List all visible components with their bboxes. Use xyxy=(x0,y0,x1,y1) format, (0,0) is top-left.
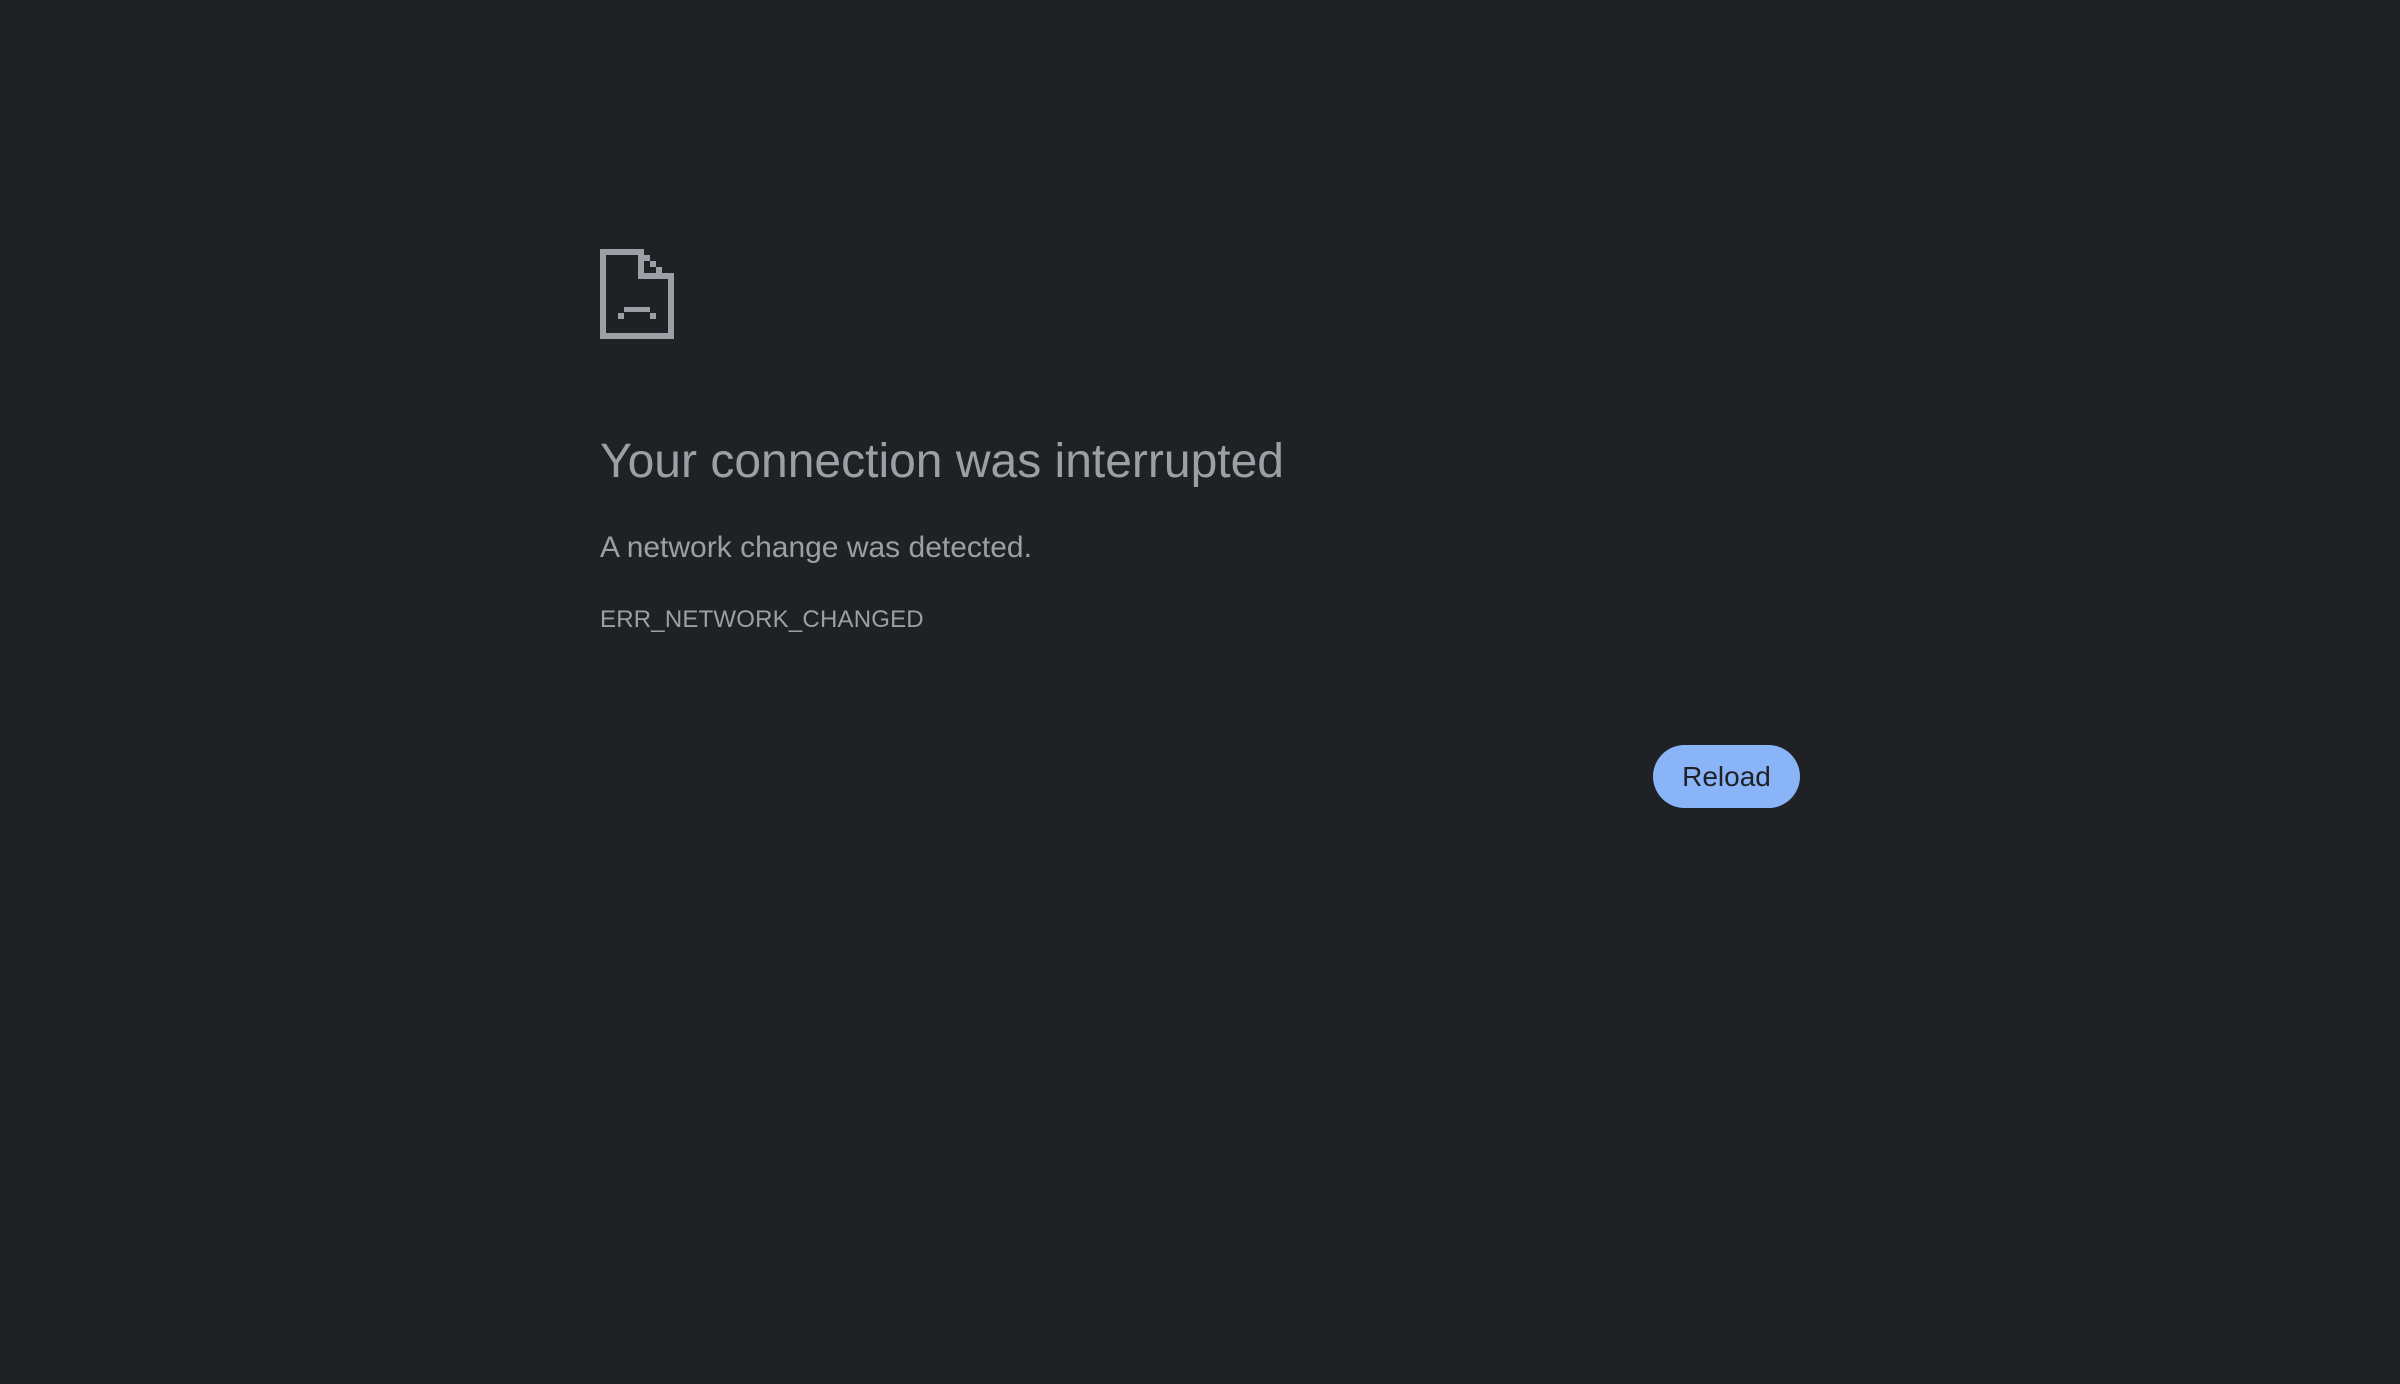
sad-document-icon xyxy=(600,249,674,339)
error-code: ERR_NETWORK_CHANGED xyxy=(600,606,924,633)
reload-button[interactable]: Reload xyxy=(1653,745,1800,808)
error-message: A network change was detected. xyxy=(600,531,1032,564)
reload-button-label: Reload xyxy=(1682,760,1771,792)
error-title: Your connection was interrupted xyxy=(600,435,1284,488)
error-page: Your connection was interrupted A networ… xyxy=(0,0,2400,1384)
